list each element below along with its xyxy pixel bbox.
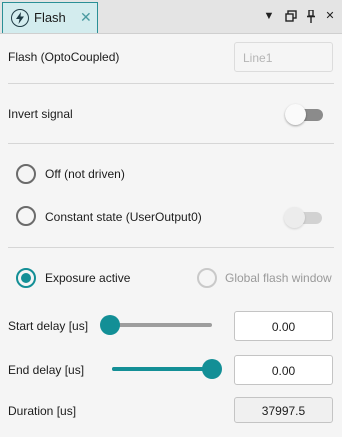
tab-title: Flash bbox=[34, 10, 66, 25]
slider-track bbox=[112, 323, 212, 327]
line-selector-field: Line1 bbox=[234, 42, 333, 72]
slider-thumb[interactable] bbox=[202, 359, 222, 379]
restore-window-icon[interactable] bbox=[284, 9, 298, 23]
radio-off-not-driven[interactable] bbox=[16, 164, 36, 184]
panel-title-bar: Flash ✕ ▼ ✕ bbox=[0, 0, 342, 34]
divider bbox=[8, 143, 334, 144]
duration-label: Duration [us] bbox=[8, 404, 77, 418]
end-delay-label: End delay [us] bbox=[8, 363, 85, 377]
toggle-thumb bbox=[284, 207, 305, 228]
slider-fill bbox=[112, 367, 212, 371]
radio-global-flash-window[interactable] bbox=[197, 268, 217, 288]
radio-exposure-active[interactable] bbox=[16, 268, 36, 288]
constant-state-toggle[interactable] bbox=[284, 207, 324, 228]
radio-exposure-active-label: Exposure active bbox=[45, 271, 131, 285]
invert-signal-label: Invert signal bbox=[8, 107, 73, 121]
invert-signal-toggle[interactable] bbox=[285, 104, 325, 125]
slider-thumb[interactable] bbox=[100, 315, 120, 335]
tab-flash[interactable]: Flash ✕ bbox=[2, 2, 98, 33]
radio-constant-state[interactable] bbox=[16, 206, 36, 226]
radio-global-flash-window-label: Global flash window bbox=[225, 271, 332, 285]
dropdown-arrow-icon[interactable]: ▼ bbox=[262, 9, 276, 23]
tab-close-icon[interactable]: ✕ bbox=[80, 9, 92, 25]
pin-icon[interactable] bbox=[304, 9, 318, 23]
toggle-thumb bbox=[285, 104, 306, 125]
start-delay-input[interactable]: 0.00 bbox=[234, 311, 333, 341]
end-delay-input[interactable]: 0.00 bbox=[234, 355, 333, 385]
start-delay-label: Start delay [us] bbox=[8, 319, 89, 333]
divider bbox=[8, 247, 334, 248]
radio-constant-state-label: Constant state (UserOutput0) bbox=[45, 210, 202, 224]
close-icon[interactable]: ✕ bbox=[323, 9, 337, 23]
divider bbox=[8, 83, 334, 84]
lightning-icon bbox=[11, 9, 29, 27]
duration-value: 37997.5 bbox=[234, 397, 333, 423]
radio-off-label: Off (not driven) bbox=[45, 167, 125, 181]
flash-output-label: Flash (OptoCoupled) bbox=[8, 50, 120, 64]
